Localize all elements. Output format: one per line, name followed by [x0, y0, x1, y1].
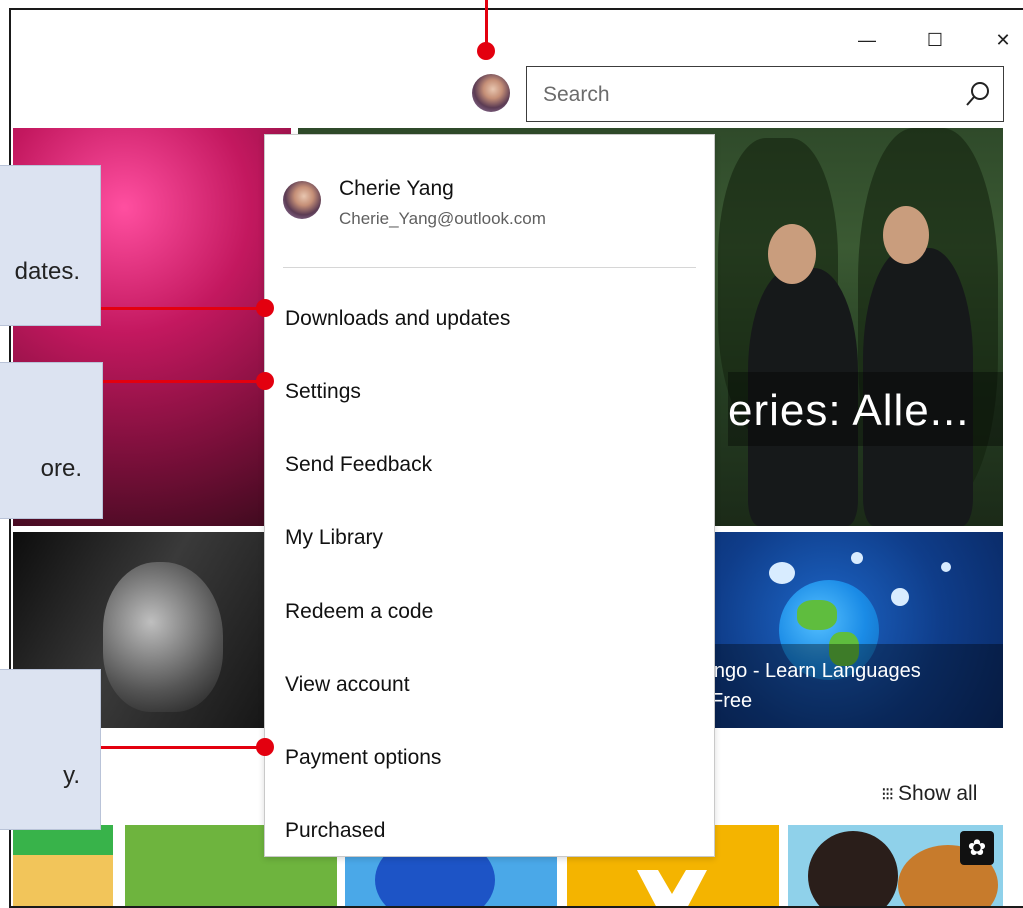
show-all-link[interactable]: ⁝⁝⁝ Show all	[881, 782, 977, 806]
duolingo-subtitle: Free	[711, 690, 753, 712]
menu-item-redeem-a-code[interactable]: Redeem a code	[285, 600, 433, 624]
close-button[interactable]: ✕	[983, 28, 1023, 52]
menu-divider	[283, 267, 696, 268]
movie-title: eries: Alle...	[728, 386, 970, 435]
grid-dots-icon: ⁝⁝⁝	[881, 784, 894, 804]
game-badge-icon: ✿	[960, 831, 994, 865]
menu-item-view-account[interactable]: View account	[285, 673, 410, 697]
annotation-line-downloads	[101, 307, 265, 310]
annotation-dot-settings	[256, 372, 274, 390]
menu-item-my-library[interactable]: My Library	[285, 526, 383, 550]
search-input[interactable]	[541, 79, 935, 111]
menu-item-payment-options[interactable]: Payment options	[285, 746, 441, 770]
annotation-line-avatar	[485, 0, 488, 48]
annotation-line-settings	[103, 380, 265, 383]
callout-downloads-text: dates.	[14, 258, 80, 285]
account-name: Cherie Yang	[339, 177, 454, 200]
menu-item-send-feedback[interactable]: Send Feedback	[285, 453, 432, 477]
duolingo-title-band	[711, 644, 1003, 728]
account-email: Cherie_Yang@outlook.com	[339, 209, 546, 228]
minimize-button[interactable]: —	[847, 28, 887, 52]
callout-payment: y.	[0, 669, 101, 830]
show-all-label: Show all	[898, 782, 978, 805]
annotation-dot-downloads	[256, 299, 274, 317]
callout-downloads: dates.	[0, 165, 101, 326]
annotation-dot-avatar	[477, 42, 495, 60]
annotation-line-payment	[101, 746, 265, 749]
search-box[interactable]	[526, 66, 1004, 122]
duolingo-title: lingo - Learn Languages	[711, 660, 921, 682]
app-tile-1[interactable]	[13, 825, 113, 906]
maximize-button[interactable]: ☐	[915, 28, 955, 52]
callout-payment-text: y.	[63, 762, 80, 789]
app-tile-cooking[interactable]: ✿	[788, 825, 1003, 906]
menu-item-downloads-and-updates[interactable]: Downloads and updates	[285, 307, 510, 331]
menu-avatar	[283, 181, 321, 219]
featured-tile-duolingo[interactable]: lingo - Learn Languages Free	[711, 532, 1003, 728]
menu-item-settings[interactable]: Settings	[285, 380, 361, 404]
callout-settings-text: ore.	[40, 455, 82, 482]
account-menu: Cherie Yang Cherie_Yang@outlook.com Down…	[264, 134, 715, 857]
search-icon[interactable]	[965, 81, 991, 107]
annotation-dot-payment	[256, 738, 274, 756]
callout-settings: ore.	[0, 362, 103, 519]
menu-item-purchased[interactable]: Purchased	[285, 819, 385, 843]
account-avatar-button[interactable]	[472, 74, 510, 112]
store-window: — ☐ ✕ eries: Alle... lingo - Learn Langu…	[9, 8, 1023, 908]
